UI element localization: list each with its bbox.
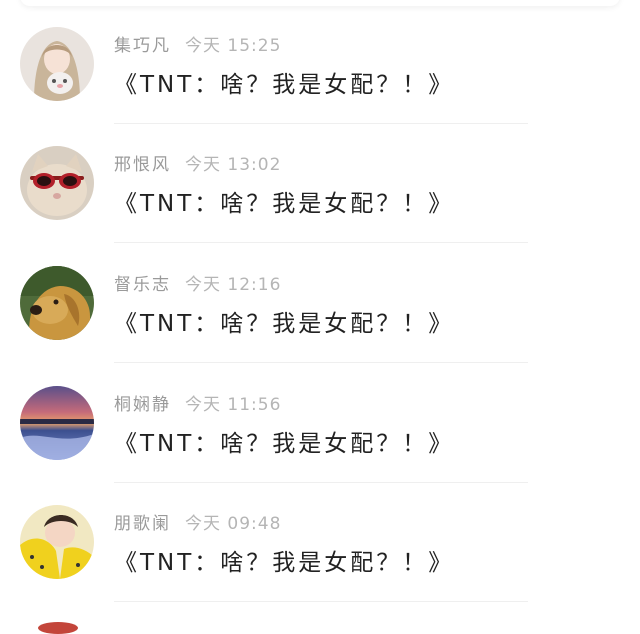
comment-meta: 邢恨风 今天 13:02 <box>114 150 282 175</box>
divider <box>114 601 528 602</box>
comment-text: 《TNT：啥？我是女配？！》 <box>114 191 455 217</box>
divider <box>114 123 528 124</box>
comment-feed: 集巧凡 今天 15:25 《TNT：啥？我是女配？！》 邢恨风 今天 13:02 《… <box>0 0 640 634</box>
comment-time: 今天 11:56 <box>185 395 282 415</box>
comment-text: 《TNT：啥？我是女配？！》 <box>114 311 455 337</box>
commenter-name[interactable]: 桐娴静 <box>114 395 171 415</box>
comment-item[interactable]: 桐娴静 今天 11:56 《TNT：啥？我是女配？！》 <box>0 386 640 506</box>
divider <box>114 482 528 483</box>
comment-text: 《TNT：啥？我是女配？！》 <box>114 72 455 98</box>
comment-meta: 桐娴静 今天 11:56 <box>114 390 282 415</box>
comment-meta: 督乐志 今天 12:16 <box>114 270 282 295</box>
comment-item[interactable]: 集巧凡 今天 15:25 《TNT：啥？我是女配？！》 <box>0 27 640 147</box>
girl-holding-plush-avatar[interactable] <box>20 27 94 101</box>
comment-time: 今天 09:48 <box>185 514 282 534</box>
divider <box>114 362 528 363</box>
comment-time: 今天 12:16 <box>185 275 282 295</box>
commenter-name[interactable]: 邢恨风 <box>114 155 171 175</box>
comment-meta: 集巧凡 今天 15:25 <box>114 31 282 56</box>
commenter-name[interactable]: 督乐志 <box>114 275 171 295</box>
comment-meta: 朋歌阑 今天 09:48 <box>114 509 282 534</box>
comment-text: 《TNT：啥？我是女配？！》 <box>114 550 455 576</box>
sunset-landscape-avatar[interactable] <box>20 386 94 460</box>
comment-item[interactable]: 邢恨风 今天 13:02 《TNT：啥？我是女配？！》 <box>0 146 640 266</box>
next-avatar-peek <box>38 622 78 634</box>
comment-item[interactable]: 朋歌阑 今天 09:48 《TNT：啥？我是女配？！》 <box>0 505 640 625</box>
golden-retriever-avatar[interactable] <box>20 266 94 340</box>
comment-time: 今天 13:02 <box>185 155 282 175</box>
commenter-name[interactable]: 集巧凡 <box>114 36 171 56</box>
comment-item[interactable]: 督乐志 今天 12:16 《TNT：啥？我是女配？！》 <box>0 266 640 386</box>
comment-text: 《TNT：啥？我是女配？！》 <box>114 431 455 457</box>
person-yellow-outfit-avatar[interactable] <box>20 505 94 579</box>
divider <box>114 242 528 243</box>
comment-time: 今天 15:25 <box>185 36 282 56</box>
cat-with-sunglasses-avatar[interactable] <box>20 146 94 220</box>
commenter-name[interactable]: 朋歌阑 <box>114 514 171 534</box>
